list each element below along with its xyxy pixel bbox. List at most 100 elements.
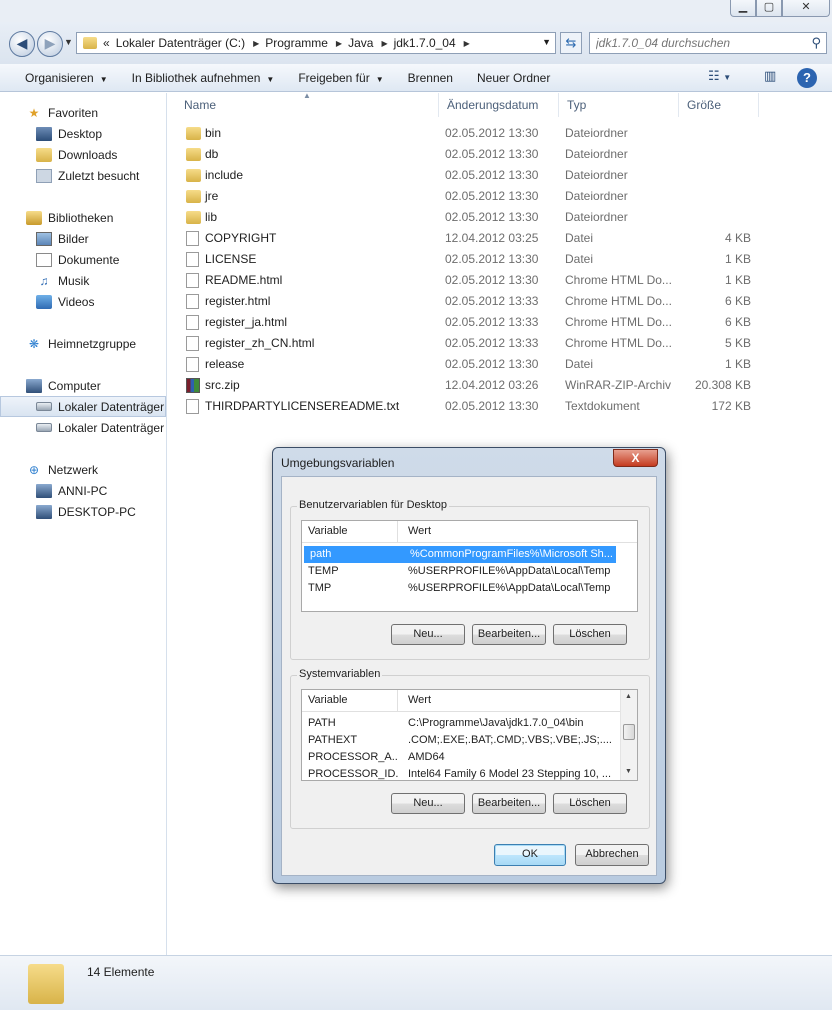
nav-recent[interactable]: Zuletzt besucht — [0, 165, 166, 186]
file-row[interactable]: register_ja.html 02.05.2012 13:33 Chrome H… — [168, 312, 768, 333]
variable-row[interactable]: PATHEXT .COM;.EXE;.BAT;.CMD;.VBS;.VBE;.JS… — [302, 732, 637, 749]
refresh-button[interactable]: ⇆ — [560, 32, 582, 54]
nav-documents[interactable]: Dokumente — [0, 249, 166, 270]
nav-music[interactable]: ♫ Musik — [0, 270, 166, 291]
scroll-down-icon[interactable]: ▼ — [625, 768, 632, 775]
maximize-button[interactable]: ▢ — [756, 0, 782, 17]
nav-downloads[interactable]: Downloads — [0, 144, 166, 165]
recent-pages-dropdown[interactable]: ▼ — [64, 37, 73, 47]
nav-network[interactable]: ⊕ Netzwerk — [0, 459, 166, 480]
column-value[interactable]: Wert — [408, 694, 431, 706]
file-date: 02.05.2012 13:30 — [445, 210, 539, 224]
user-edit-button[interactable]: Bearbeiten... — [472, 624, 546, 645]
vertical-scrollbar[interactable]: ▲ ▼ — [620, 690, 637, 780]
address-bar[interactable]: « Lokaler Datenträger (C:) ▶ Programme ▶… — [76, 32, 556, 54]
breadcrumb-item[interactable]: jdk1.7.0_04 — [394, 36, 456, 50]
share-button[interactable]: Freigeben für ▼ — [286, 71, 395, 85]
nav-pictures[interactable]: Bilder — [0, 228, 166, 249]
system-variables-list[interactable]: Variable Wert PATH C:\Programme\Java\jdk1… — [301, 689, 638, 781]
column-size[interactable]: Größe — [679, 93, 759, 117]
close-window-button[interactable]: ✕ — [782, 0, 830, 17]
user-delete-button[interactable]: Löschen — [553, 624, 627, 645]
scroll-up-icon[interactable]: ▲ — [625, 693, 632, 700]
breadcrumb-overflow[interactable]: « — [103, 36, 110, 50]
file-size: 1 KB — [724, 252, 751, 266]
search-input[interactable] — [590, 33, 800, 53]
file-date: 02.05.2012 13:30 — [445, 168, 539, 182]
column-date[interactable]: Änderungsdatum — [439, 93, 559, 117]
file-name: include — [205, 168, 244, 182]
system-edit-button[interactable]: Bearbeiten... — [472, 793, 546, 814]
column-label: Typ — [567, 98, 587, 112]
file-row[interactable]: include 02.05.2012 13:30 Dateiordner — [168, 165, 768, 186]
nav-favorites[interactable]: ★ Favoriten — [0, 102, 166, 123]
address-dropdown-icon[interactable]: ▼ — [542, 37, 551, 47]
file-row[interactable]: jre 02.05.2012 13:30 Dateiordner — [168, 186, 768, 207]
nav-pc-anni[interactable]: ANNI-PC — [0, 480, 166, 501]
variable-row[interactable]: PROCESSOR_ID... Intel64 Family 6 Model 23… — [302, 766, 637, 780]
nav-homegroup[interactable]: ❋ Heimnetzgruppe — [0, 333, 166, 354]
user-new-button[interactable]: Neu... — [391, 624, 465, 645]
file-row[interactable]: register_zh_CN.html 02.05.2012 13:33 Chrom… — [168, 333, 768, 354]
file-row[interactable]: release 02.05.2012 13:30 Datei 1 KB — [168, 354, 768, 375]
variable-row[interactable]: PROCESSOR_A... AMD64 — [302, 749, 637, 766]
nav-desktop[interactable]: Desktop — [0, 123, 166, 144]
file-row[interactable]: README.html 02.05.2012 13:30 Chrome HTML D… — [168, 270, 768, 291]
nav-label: Zuletzt besucht — [58, 168, 140, 183]
back-button[interactable]: ◀ — [9, 31, 35, 57]
new-folder-button[interactable]: Neuer Ordner — [465, 71, 562, 85]
system-new-button[interactable]: Neu... — [391, 793, 465, 814]
variable-row[interactable]: path %CommonProgramFiles%\Microsoft Sh... — [304, 546, 616, 563]
nav-videos[interactable]: Videos — [0, 291, 166, 312]
close-icon: ✕ — [801, 1, 811, 13]
scrollbar-thumb[interactable] — [623, 724, 635, 740]
nav-drive-c[interactable]: Lokaler Datenträger — [0, 396, 166, 417]
include-library-label: In Bibliothek aufnehmen — [131, 70, 261, 85]
organize-button[interactable]: Organisieren ▼ — [13, 71, 120, 85]
file-row[interactable]: THIRDPARTYLICENSEREADME.txt 02.05.2012 13… — [168, 396, 768, 417]
column-type[interactable]: Typ — [559, 93, 679, 117]
variable-row[interactable]: TEMP %USERPROFILE%\AppData\Local\Temp — [302, 563, 637, 580]
dialog-close-button[interactable]: X — [613, 449, 658, 467]
cancel-button[interactable]: Abbrechen — [575, 844, 649, 866]
system-delete-button[interactable]: Löschen — [553, 793, 627, 814]
column-variable[interactable]: Variable — [308, 525, 348, 537]
file-row[interactable]: bin 02.05.2012 13:30 Dateiordner — [168, 123, 768, 144]
view-options-button[interactable]: ☷ ▼ — [708, 68, 731, 88]
include-library-button[interactable]: In Bibliothek aufnehmen ▼ — [120, 71, 287, 85]
column-name[interactable]: Name — [176, 93, 439, 117]
breadcrumb-separator-icon[interactable]: ▶ — [253, 39, 259, 48]
nav-computer[interactable]: Computer — [0, 375, 166, 396]
file-row[interactable]: src.zip 12.04.2012 03:26 WinRAR-ZIP-Archiv… — [168, 375, 768, 396]
search-icon[interactable]: ⚲ — [811, 35, 821, 51]
minimize-button[interactable]: ▁ — [730, 0, 756, 17]
file-row[interactable]: db 02.05.2012 13:30 Dateiordner — [168, 144, 768, 165]
variable-row[interactable]: TMP %USERPROFILE%\AppData\Local\Temp — [302, 580, 637, 597]
nav-libraries[interactable]: Bibliotheken — [0, 207, 166, 228]
preview-pane-button[interactable]: ▥ — [764, 68, 776, 88]
column-value[interactable]: Wert — [408, 525, 431, 537]
user-variables-list[interactable]: Variable Wert path %CommonProgramFiles%\M… — [301, 520, 638, 612]
search-box[interactable]: ⚲ — [589, 32, 827, 54]
variable-row[interactable]: PATH C:\Programme\Java\jdk1.7.0_04\bin — [302, 715, 637, 732]
file-row[interactable]: lib 02.05.2012 13:30 Dateiordner — [168, 207, 768, 228]
column-variable[interactable]: Variable — [308, 694, 348, 706]
computer-icon — [36, 483, 52, 498]
breadcrumb-item[interactable]: Lokaler Datenträger (C:) — [116, 36, 245, 50]
ok-button[interactable]: OK — [494, 844, 566, 866]
file-row[interactable]: register.html 02.05.2012 13:33 Chrome HTML… — [168, 291, 768, 312]
file-row[interactable]: COPYRIGHT 12.04.2012 03:25 Datei 4 KB — [168, 228, 768, 249]
breadcrumb-item[interactable]: Programme — [265, 36, 328, 50]
folder-icon — [28, 964, 64, 1004]
help-button[interactable]: ? — [797, 68, 817, 88]
forward-button[interactable]: ▶ — [37, 31, 63, 57]
breadcrumb-separator-icon[interactable]: ▶ — [464, 39, 470, 48]
breadcrumb-item[interactable]: Java — [348, 36, 373, 50]
breadcrumb-separator-icon[interactable]: ▶ — [336, 39, 342, 48]
arrow-left-icon: ◀ — [16, 35, 28, 51]
nav-drive-d[interactable]: Lokaler Datenträger — [0, 417, 166, 438]
file-row[interactable]: LICENSE 02.05.2012 13:30 Datei 1 KB — [168, 249, 768, 270]
burn-button[interactable]: Brennen — [396, 71, 465, 85]
nav-pc-desktop[interactable]: DESKTOP-PC — [0, 501, 166, 522]
breadcrumb-separator-icon[interactable]: ▶ — [381, 39, 387, 48]
